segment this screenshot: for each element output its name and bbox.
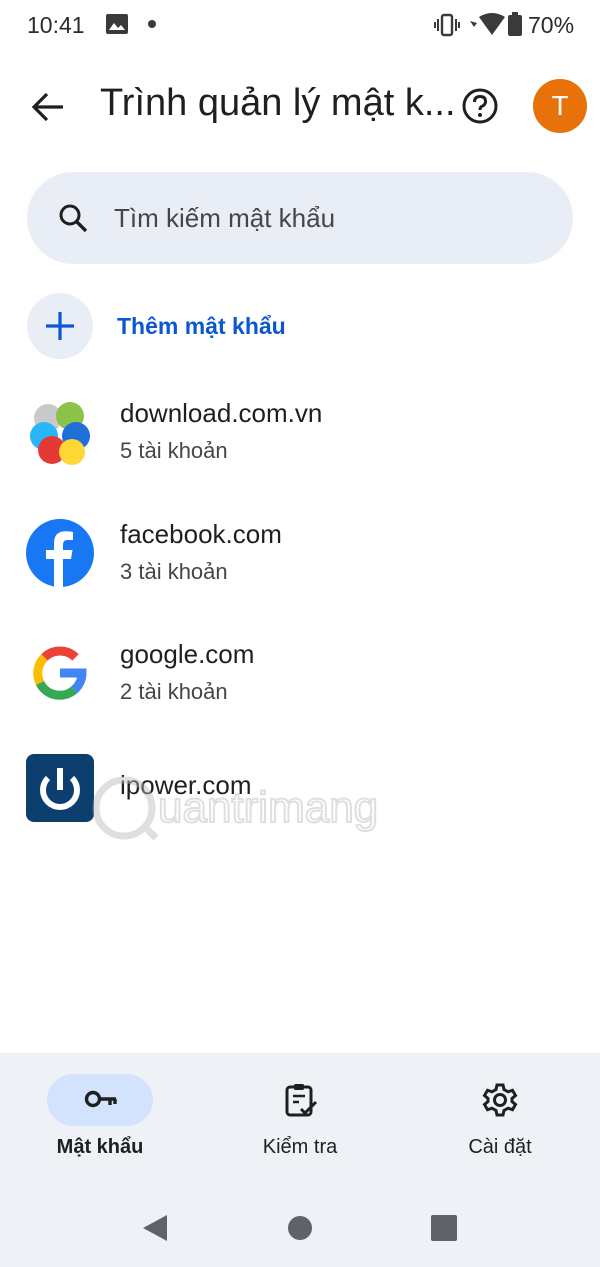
search-placeholder: Tìm kiếm mật khẩu bbox=[114, 203, 336, 233]
download-com-vn-logo-icon bbox=[26, 398, 94, 466]
system-navigation-bar bbox=[0, 1176, 600, 1267]
site-account-count: 3 tài khoản bbox=[120, 559, 228, 584]
site-domain: facebook.com bbox=[120, 519, 282, 549]
nav-item-passwords[interactable]: Mật khẩu bbox=[0, 1053, 200, 1176]
gear-icon bbox=[482, 1082, 518, 1123]
help-icon bbox=[462, 88, 498, 124]
site-account-count: 5 tài khoản bbox=[120, 438, 228, 463]
nav-label: Kiểm tra bbox=[262, 1136, 338, 1158]
vibrate-icon bbox=[434, 13, 460, 42]
arrow-back-icon bbox=[31, 92, 63, 122]
nav-item-settings[interactable]: Cài đặt bbox=[400, 1053, 600, 1176]
system-back-button[interactable] bbox=[143, 1215, 167, 1246]
ipower-logo-icon bbox=[26, 754, 94, 822]
site-domain: google.com bbox=[120, 639, 255, 669]
add-password-button[interactable] bbox=[27, 293, 93, 359]
list-item-site[interactable]: google.com 2 tài khoản bbox=[0, 639, 600, 749]
square-recents-icon bbox=[431, 1215, 457, 1241]
system-home-button[interactable] bbox=[288, 1216, 312, 1245]
watermark-logo: uantrimang bbox=[86, 772, 426, 842]
page-title: Trình quản lý mật k... bbox=[100, 82, 456, 124]
search-bar[interactable]: Tìm kiếm mật khẩu bbox=[27, 172, 573, 264]
bottom-navigation: Mật khẩu Kiểm tra Cài đặt bbox=[0, 1053, 600, 1176]
system-recents-button[interactable] bbox=[431, 1215, 457, 1246]
notification-dot-icon bbox=[148, 20, 156, 28]
circle-home-icon bbox=[288, 1216, 312, 1240]
list-item-site[interactable]: facebook.com 3 tài khoản bbox=[0, 519, 600, 629]
image-notification-icon bbox=[106, 14, 128, 39]
help-button[interactable] bbox=[461, 87, 499, 125]
add-password-label[interactable]: Thêm mật khẩu bbox=[117, 313, 286, 340]
battery-percent: 70% bbox=[528, 12, 575, 38]
search-icon bbox=[57, 202, 89, 239]
facebook-logo-icon bbox=[26, 519, 94, 587]
google-logo-icon bbox=[26, 639, 94, 707]
battery-icon bbox=[508, 12, 522, 41]
clipboard-check-icon bbox=[284, 1082, 318, 1123]
plus-icon bbox=[46, 312, 74, 340]
key-icon bbox=[84, 1084, 118, 1119]
nav-label: Mật khẩu bbox=[56, 1136, 144, 1158]
back-button[interactable] bbox=[29, 88, 67, 126]
triangle-back-icon bbox=[143, 1215, 167, 1241]
site-domain: download.com.vn bbox=[120, 398, 323, 428]
status-bar: 10:41 70% bbox=[0, 0, 600, 50]
nav-item-checkup[interactable]: Kiểm tra bbox=[200, 1053, 400, 1176]
status-time: 10:41 bbox=[27, 12, 85, 38]
avatar[interactable]: T bbox=[533, 79, 587, 133]
site-account-count: 2 tài khoản bbox=[120, 679, 228, 704]
list-item-site[interactable]: download.com.vn 5 tài khoản bbox=[0, 398, 600, 508]
watermark-text: uantrimang bbox=[158, 783, 378, 832]
wifi-icon bbox=[470, 13, 506, 42]
nav-label: Cài đặt bbox=[468, 1136, 532, 1158]
